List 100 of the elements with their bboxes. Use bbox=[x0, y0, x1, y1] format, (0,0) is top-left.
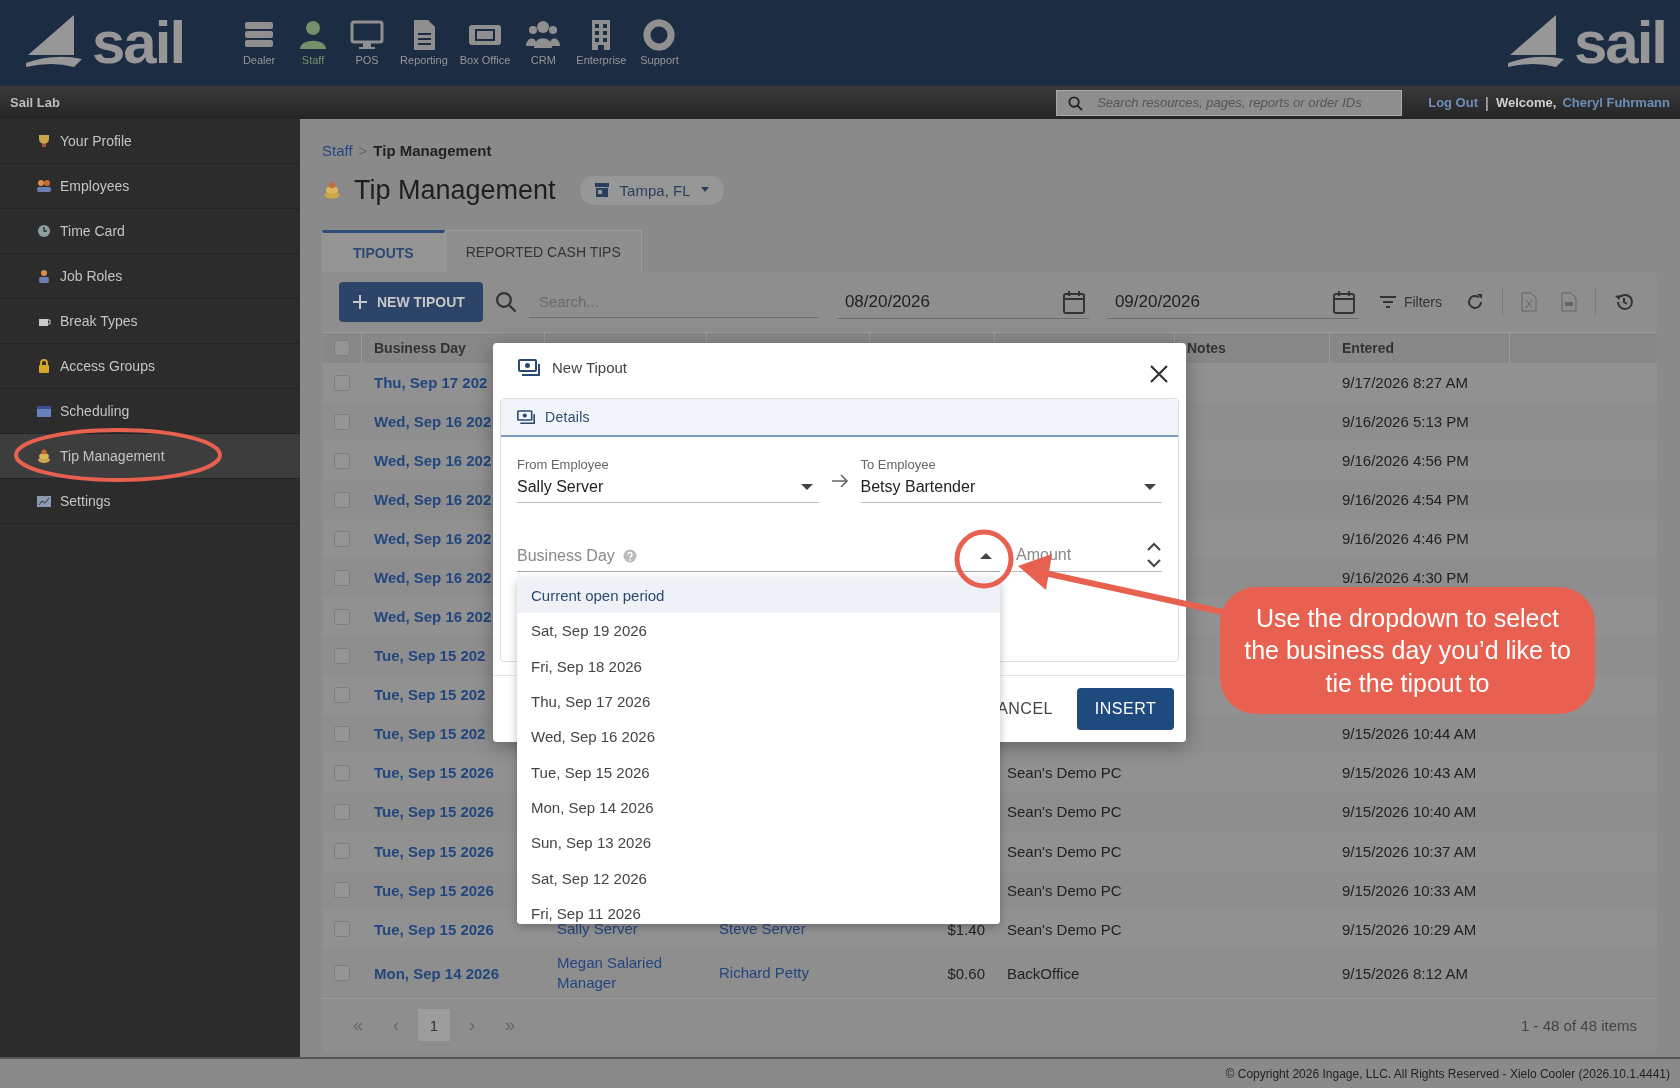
logout-link[interactable]: Log Out bbox=[1428, 95, 1478, 110]
business-day-link[interactable]: Wed, Sep 16 202 bbox=[374, 413, 492, 431]
callout: Use the dropdown to select the business day you’d like to tie the tipout to bbox=[1220, 587, 1595, 714]
column-header[interactable]: Entered bbox=[1342, 340, 1395, 357]
dropdown-option[interactable]: Sun, Sep 13 2026 bbox=[517, 825, 1000, 861]
entered-cell: 9/16/2026 4:54 PM bbox=[1342, 491, 1469, 509]
coins-icon bbox=[322, 179, 342, 201]
coins-icon bbox=[36, 448, 52, 464]
dropdown-option[interactable]: Mon, Sep 14 2026 bbox=[517, 789, 1000, 826]
dropdown-option[interactable]: Thu, Sep 17 2026 bbox=[517, 683, 1000, 720]
user-name-link[interactable]: Cheryl Fuhrmann bbox=[1562, 95, 1670, 110]
business-day-link[interactable]: Tue, Sep 15 202 bbox=[374, 647, 486, 665]
row-checkbox[interactable] bbox=[334, 413, 350, 430]
column-header[interactable]: Notes bbox=[1187, 340, 1226, 357]
row-checkbox[interactable] bbox=[334, 647, 350, 664]
row-checkbox[interactable] bbox=[334, 804, 350, 820]
sidebar-item[interactable]: Job Roles bbox=[0, 254, 300, 299]
dropdown-option[interactable]: Fri, Sep 11 2026 bbox=[517, 895, 1000, 924]
help-icon bbox=[622, 549, 637, 563]
employee-link[interactable]: Richard Petty bbox=[719, 963, 870, 984]
sidebar-item[interactable]: Time Card bbox=[0, 209, 300, 254]
row-checkbox[interactable] bbox=[334, 921, 350, 938]
row-checkbox[interactable] bbox=[334, 725, 350, 742]
sidebar-item[interactable]: Employees bbox=[0, 164, 300, 209]
select-all-checkbox[interactable] bbox=[334, 340, 350, 357]
search-icon bbox=[1068, 95, 1084, 111]
dropdown-option[interactable]: Sat, Sep 12 2026 bbox=[517, 860, 1000, 896]
row-checkbox[interactable] bbox=[334, 965, 350, 982]
close-icon[interactable] bbox=[1150, 365, 1168, 383]
business-day-link[interactable]: Tue, Sep 15 2026 bbox=[374, 764, 494, 782]
nav-item[interactable]: CRM bbox=[518, 18, 569, 66]
business-day-link[interactable]: Thu, Sep 17 202 bbox=[374, 374, 488, 392]
highlight-circle bbox=[954, 529, 1014, 589]
dropdown-option[interactable]: Wed, Sep 16 2026 bbox=[517, 719, 1000, 755]
row-checkbox[interactable] bbox=[334, 882, 350, 899]
sidebar-item[interactable]: Access Groups bbox=[0, 344, 300, 389]
business-day-select[interactable]: Business Day bbox=[517, 547, 1000, 572]
search-icon bbox=[494, 291, 517, 314]
nav-item[interactable]: Reporting bbox=[396, 18, 452, 66]
filter-icon bbox=[1379, 296, 1396, 309]
to-employee-select[interactable]: To Employee Betsy Bartender bbox=[860, 457, 1162, 503]
filters-button[interactable]: Filters bbox=[1373, 293, 1448, 312]
business-day-link[interactable]: Tue, Sep 15 202 bbox=[374, 725, 486, 743]
breadcrumb-link[interactable]: Staff bbox=[322, 141, 353, 159]
business-day-link[interactable]: Wed, Sep 16 202 bbox=[374, 452, 492, 470]
entered-cell: 9/16/2026 5:13 PM bbox=[1342, 413, 1469, 431]
employee-link[interactable]: Megan Salaried Manager bbox=[557, 953, 707, 994]
dropdown-option[interactable]: Fri, Sep 18 2026 bbox=[517, 648, 1000, 684]
business-day-link[interactable]: Tue, Sep 15 2026 bbox=[374, 803, 494, 821]
new-tipout-button[interactable]: NEW TIPOUT bbox=[339, 282, 483, 323]
nav-item[interactable]: Support bbox=[634, 18, 685, 66]
business-day-link[interactable]: Wed, Sep 16 202 bbox=[374, 569, 492, 587]
sidebar-item[interactable]: Break Types bbox=[0, 299, 300, 344]
from-employee-select[interactable]: From Employee Sally Server bbox=[517, 457, 819, 503]
sidebar-item[interactable]: Tip Management bbox=[0, 434, 300, 479]
business-day-link[interactable]: Tue, Sep 15 2026 bbox=[374, 920, 494, 938]
row-checkbox[interactable] bbox=[334, 569, 350, 586]
row-checkbox[interactable] bbox=[334, 764, 350, 781]
separator-text: | bbox=[1485, 94, 1489, 111]
business-day-link[interactable]: Mon, Sep 14 2026 bbox=[374, 964, 500, 982]
source-cell: BackOffice bbox=[1007, 964, 1080, 982]
source-cell: Sean's Demo PC bbox=[1007, 920, 1122, 938]
date-field[interactable]: 08/20/2026 bbox=[836, 285, 1089, 320]
business-day-link[interactable]: Tue, Sep 15 2026 bbox=[374, 881, 494, 899]
row-checkbox[interactable] bbox=[334, 530, 350, 547]
insert-button[interactable]: INSERT bbox=[1077, 688, 1174, 730]
tab[interactable]: TIPOUTS bbox=[322, 230, 445, 272]
dropdown-option[interactable]: Sat, Sep 19 2026 bbox=[517, 613, 1000, 649]
sidebar-item[interactable]: Your Profile bbox=[0, 119, 300, 164]
global-search-field[interactable]: Search resources, pages, reports or order IDs bbox=[1056, 89, 1403, 116]
nav-item[interactable]: POS bbox=[342, 18, 393, 66]
plus-icon bbox=[353, 295, 367, 310]
column-header[interactable]: Business Day bbox=[374, 340, 466, 357]
row-checkbox[interactable] bbox=[334, 686, 350, 703]
dropdown-option[interactable]: Tue, Sep 15 2026 bbox=[517, 754, 1000, 790]
row-checkbox[interactable] bbox=[334, 452, 350, 469]
page-button[interactable]: 1 bbox=[418, 1009, 450, 1042]
nav-item[interactable]: Box Office bbox=[455, 18, 515, 66]
entered-cell: 9/16/2026 4:46 PM bbox=[1342, 530, 1469, 548]
business-day-link[interactable]: Tue, Sep 15 202 bbox=[374, 686, 486, 704]
date-field[interactable]: 09/20/2026 bbox=[1106, 285, 1359, 320]
location-dropdown[interactable]: Tampa, FL bbox=[579, 175, 725, 205]
row-checkbox[interactable] bbox=[334, 374, 350, 391]
row-checkbox[interactable] bbox=[334, 608, 350, 625]
nav-item[interactable]: Dealer bbox=[234, 18, 285, 66]
business-day-link[interactable]: Wed, Sep 16 202 bbox=[374, 530, 492, 548]
nav-item[interactable]: Staff bbox=[288, 18, 339, 66]
row-checkbox[interactable] bbox=[334, 491, 350, 508]
row-checkbox[interactable] bbox=[334, 843, 350, 859]
calendar-icon bbox=[1062, 289, 1085, 314]
business-day-link[interactable]: Tue, Sep 15 2026 bbox=[374, 842, 494, 860]
dialog-title: New Tipout bbox=[552, 359, 628, 376]
business-day-link[interactable]: Wed, Sep 16 202 bbox=[374, 608, 492, 626]
business-day-link[interactable]: Wed, Sep 16 202 bbox=[374, 491, 492, 509]
dropdown-option[interactable]: Current open period bbox=[517, 578, 1000, 614]
entered-cell: 9/15/2026 10:44 AM bbox=[1342, 725, 1477, 743]
tab[interactable]: REPORTED CASH TIPS bbox=[444, 230, 642, 272]
entered-cell: 9/15/2026 10:40 AM bbox=[1342, 803, 1477, 821]
sidebar-item[interactable]: Settings bbox=[0, 479, 300, 524]
nav-item[interactable]: Enterprise bbox=[572, 18, 631, 66]
